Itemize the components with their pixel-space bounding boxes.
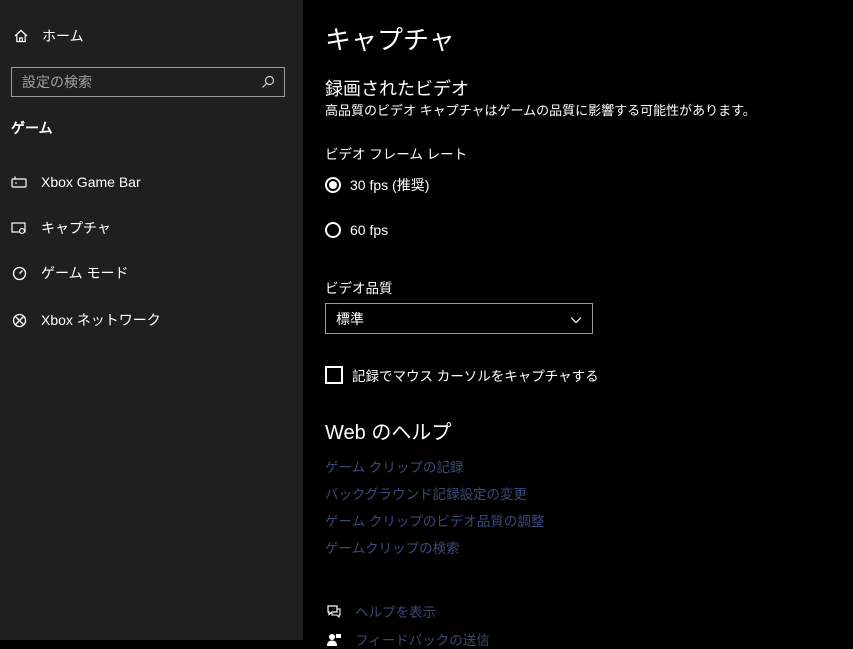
checkbox-box[interactable]	[325, 366, 343, 384]
game-bar-icon	[10, 173, 28, 191]
xbox-icon	[10, 311, 28, 329]
home-link[interactable]: ホーム	[12, 26, 84, 46]
radio-60fps[interactable]: 60 fps	[325, 222, 388, 238]
sidebar-item-xbox-game-bar[interactable]: Xbox Game Bar	[10, 173, 141, 191]
quality-label: ビデオ品質	[325, 281, 393, 296]
recorded-video-title: 録画されたビデオ	[325, 79, 469, 99]
radio-circle-selected[interactable]	[325, 177, 341, 193]
home-label: ホーム	[42, 28, 84, 44]
sidebar-item-label: Xbox ネットワーク	[41, 312, 161, 328]
get-help-label: ヘルプを表示	[355, 605, 436, 620]
help-title: Web のヘルプ	[325, 422, 452, 444]
quality-value: 標準	[336, 310, 364, 327]
sidebar: ホーム ゲーム Xbox Game Bar キャプチャ ゲーム モード Xbox…	[0, 0, 303, 640]
frame-rate-label: ビデオ フレーム レート	[325, 147, 468, 162]
radio-30fps[interactable]: 30 fps (推奨)	[325, 175, 429, 195]
checkbox-label: 記録でマウス カーソルをキャプチャする	[352, 369, 599, 384]
get-help-link[interactable]: ヘルプを表示	[325, 601, 436, 621]
capture-icon	[10, 219, 28, 237]
sidebar-item-label: Xbox Game Bar	[41, 174, 141, 190]
help-link-record-clips[interactable]: ゲーム クリップの記録	[325, 456, 463, 476]
search-box[interactable]	[11, 67, 285, 97]
radio-label: 30 fps (推奨)	[350, 177, 430, 193]
feedback-icon	[325, 632, 343, 647]
help-link-background-recording[interactable]: バックグラウンド記録設定の変更	[325, 483, 527, 503]
main-panel: キャプチャ 録画されたビデオ 高品質のビデオ キャプチャはゲームの品質に影響する…	[303, 0, 853, 648]
section-title: ゲーム	[11, 120, 53, 136]
search-input[interactable]	[12, 74, 256, 90]
send-feedback-link[interactable]: フィードバックの送信	[325, 629, 490, 649]
radio-label: 60 fps	[350, 222, 389, 238]
sidebar-item-label: ゲーム モード	[41, 265, 129, 281]
search-icon[interactable]	[256, 75, 280, 89]
capture-cursor-checkbox[interactable]: 記録でマウス カーソルをキャプチャする	[325, 365, 599, 385]
sidebar-item-capture[interactable]: キャプチャ	[10, 218, 111, 238]
recorded-video-description: 高品質のビデオ キャプチャはゲームの品質に影響する可能性があります。	[325, 103, 756, 118]
quality-dropdown[interactable]: 標準	[325, 303, 593, 334]
radio-circle[interactable]	[325, 222, 341, 238]
help-link-video-quality[interactable]: ゲーム クリップのビデオ品質の調整	[325, 510, 544, 530]
send-feedback-label: フィードバックの送信	[355, 633, 490, 648]
help-link-find-clips[interactable]: ゲームクリップの検索	[325, 537, 460, 557]
page-title: キャプチャ	[325, 25, 455, 55]
game-mode-icon	[10, 264, 28, 282]
chevron-down-icon	[570, 311, 582, 327]
sidebar-item-game-mode[interactable]: ゲーム モード	[10, 263, 128, 283]
sidebar-item-label: キャプチャ	[41, 220, 111, 236]
home-icon	[12, 29, 30, 43]
help-chat-icon	[325, 604, 343, 619]
sidebar-item-xbox-network[interactable]: Xbox ネットワーク	[10, 310, 161, 330]
